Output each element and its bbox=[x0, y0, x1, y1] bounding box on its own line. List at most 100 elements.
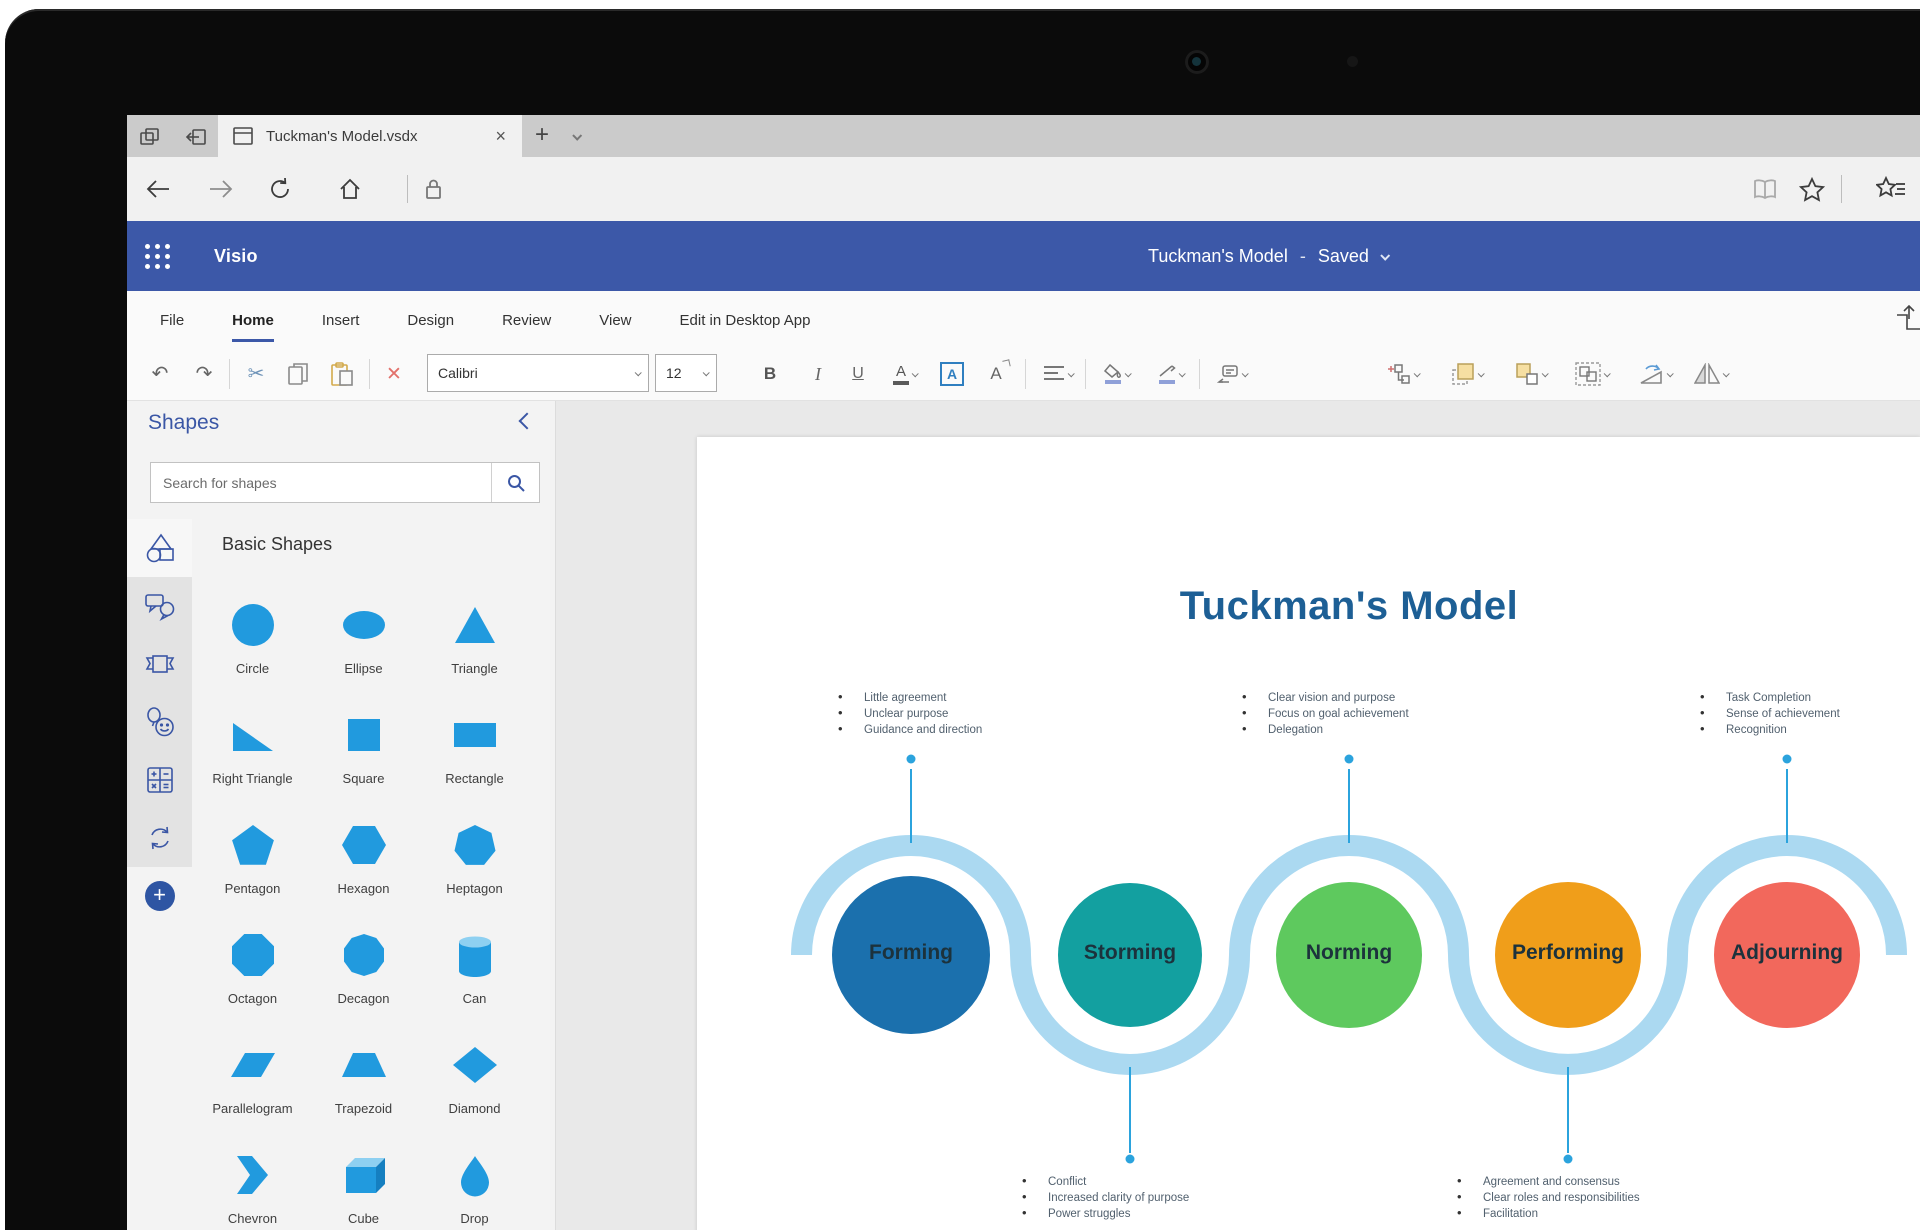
shape-item-rectangle[interactable]: Rectangle bbox=[419, 706, 530, 816]
document-title: Tuckman's Model bbox=[1148, 246, 1288, 267]
favorite-star-icon[interactable] bbox=[1796, 173, 1828, 205]
undo-icon[interactable]: ↶ bbox=[143, 357, 177, 391]
drawing-canvas[interactable]: Tuckman's Model Forming Storming Norming… bbox=[556, 401, 1920, 1230]
shape-item-square[interactable]: Square bbox=[308, 706, 419, 816]
text-block-icon[interactable]: A bbox=[935, 357, 969, 391]
fill-color-icon[interactable] bbox=[1093, 357, 1141, 391]
font-size-select[interactable]: 12 bbox=[655, 354, 717, 392]
shape-search bbox=[150, 462, 540, 503]
font-color-icon[interactable]: A bbox=[883, 357, 927, 391]
stencil-fun-shapes-icon[interactable] bbox=[127, 693, 192, 751]
save-status-chevron-icon[interactable] bbox=[1380, 250, 1390, 260]
menu-insert[interactable]: Insert bbox=[322, 296, 360, 342]
notes-adjourning[interactable]: Task Completion Sense of achievement Rec… bbox=[1700, 690, 1840, 738]
connector-dot bbox=[1783, 755, 1792, 764]
copy-icon[interactable] bbox=[281, 357, 315, 391]
menu-view[interactable]: View bbox=[599, 296, 631, 342]
shape-item-right-triangle[interactable]: Right Triangle bbox=[197, 706, 308, 816]
nav-separator bbox=[407, 175, 408, 203]
menu-design[interactable]: Design bbox=[407, 296, 454, 342]
menu-review[interactable]: Review bbox=[502, 296, 551, 342]
reading-view-icon[interactable] bbox=[1749, 173, 1781, 205]
shape-item-parallelogram[interactable]: Parallelogram bbox=[197, 1036, 308, 1146]
app-launcher-waffle-icon[interactable] bbox=[140, 239, 174, 273]
parallelogram-shape-icon bbox=[229, 1041, 277, 1089]
refresh-icon[interactable] bbox=[264, 173, 296, 205]
shape-item-ellipse[interactable]: Ellipse bbox=[308, 596, 419, 706]
notes-performing[interactable]: Agreement and consensus Clear roles and … bbox=[1457, 1174, 1640, 1222]
connector-dot bbox=[1345, 755, 1354, 764]
shape-search-input[interactable] bbox=[151, 475, 491, 491]
position-icon[interactable] bbox=[1207, 357, 1257, 391]
group-icon[interactable] bbox=[1565, 357, 1619, 391]
app-header: Visio Tuckman's Model - Saved bbox=[127, 221, 1920, 291]
square-shape-icon bbox=[340, 711, 388, 759]
menu-edit-in-desktop-app[interactable]: Edit in Desktop App bbox=[680, 296, 811, 342]
line-color-icon[interactable] bbox=[1147, 357, 1195, 391]
shape-item-trapezoid[interactable]: Trapezoid bbox=[308, 1036, 419, 1146]
text-direction-icon[interactable]: A bbox=[979, 357, 1013, 391]
tab-list-chevron-icon[interactable] bbox=[573, 127, 580, 145]
browser-tab[interactable]: Tuckman's Model.vsdx × bbox=[218, 115, 522, 157]
stencil-callouts-icon[interactable] bbox=[127, 577, 192, 635]
notes-storming[interactable]: Conflict Increased clarity of purpose Po… bbox=[1022, 1174, 1189, 1222]
diagram-title[interactable]: Tuckman's Model bbox=[1149, 584, 1549, 629]
italic-icon[interactable]: I bbox=[803, 357, 833, 391]
ribbon-menu: File Home Insert Design Review View Edit… bbox=[127, 291, 1920, 346]
home-icon[interactable] bbox=[334, 173, 366, 205]
stencil-banners-icon[interactable] bbox=[127, 635, 192, 693]
add-stencil-button[interactable]: + bbox=[127, 867, 192, 925]
stencil-basic-shapes-icon[interactable] bbox=[127, 519, 192, 577]
forward-icon[interactable] bbox=[205, 173, 237, 205]
shape-item-cube[interactable]: Cube bbox=[308, 1146, 419, 1230]
redo-icon[interactable]: ↷ bbox=[187, 357, 221, 391]
rotate-icon[interactable] bbox=[1629, 357, 1681, 391]
tab-preview-icon[interactable] bbox=[133, 121, 167, 153]
notes-norming[interactable]: Clear vision and purpose Focus on goal a… bbox=[1242, 690, 1409, 738]
flip-icon[interactable] bbox=[1685, 357, 1737, 391]
paste-icon[interactable] bbox=[325, 357, 359, 391]
shape-item-decagon[interactable]: Decagon bbox=[308, 926, 419, 1036]
menu-home[interactable]: Home bbox=[232, 296, 274, 342]
hub-favorites-list-icon[interactable] bbox=[1875, 173, 1907, 205]
document-title-group[interactable]: Tuckman's Model - Saved bbox=[1148, 221, 1388, 291]
drawing-page[interactable]: Tuckman's Model Forming Storming Norming… bbox=[697, 437, 1920, 1230]
browser-window: Tuckman's Model.vsdx × + bbox=[127, 115, 1920, 1230]
send-backward-icon[interactable] bbox=[1505, 357, 1557, 391]
notes-forming[interactable]: Little agreement Unclear purpose Guidanc… bbox=[838, 690, 982, 738]
menu-file[interactable]: File bbox=[160, 296, 184, 342]
share-icon[interactable] bbox=[1893, 305, 1920, 333]
shape-item-pentagon[interactable]: Pentagon bbox=[197, 816, 308, 926]
cut-icon[interactable]: ✂ bbox=[239, 357, 273, 391]
can-shape-icon bbox=[451, 931, 499, 979]
shape-item-circle[interactable]: Circle bbox=[197, 596, 308, 706]
shape-item-heptagon[interactable]: Heptagon bbox=[419, 816, 530, 926]
shapes-panel: Shapes bbox=[127, 401, 556, 1230]
shape-item-hexagon[interactable]: Hexagon bbox=[308, 816, 419, 926]
underline-icon[interactable]: U bbox=[843, 357, 873, 391]
collapse-panel-icon[interactable] bbox=[519, 413, 536, 430]
font-name-select[interactable]: Calibri bbox=[427, 354, 649, 392]
drop-shape-icon bbox=[451, 1151, 499, 1199]
shape-item-chevron[interactable]: Chevron bbox=[197, 1146, 308, 1230]
close-tab-icon[interactable]: × bbox=[491, 127, 510, 145]
stencil-math-shapes-icon[interactable] bbox=[127, 751, 192, 809]
search-icon[interactable] bbox=[491, 463, 539, 502]
shape-item-can[interactable]: Can bbox=[419, 926, 530, 1036]
delete-icon[interactable]: ✕ bbox=[377, 357, 411, 391]
new-tab-button[interactable]: + bbox=[526, 119, 558, 153]
pentagon-shape-icon bbox=[229, 821, 277, 869]
stencil-cycle-arrows-icon[interactable] bbox=[127, 809, 192, 867]
bring-forward-icon[interactable] bbox=[1441, 357, 1493, 391]
connector-icon[interactable] bbox=[1377, 357, 1429, 391]
lock-icon[interactable] bbox=[417, 173, 449, 205]
align-text-icon[interactable] bbox=[1035, 357, 1081, 391]
set-tabs-aside-icon[interactable] bbox=[179, 121, 213, 153]
tuckman-diagram bbox=[697, 437, 1920, 1230]
shape-item-drop[interactable]: Drop bbox=[419, 1146, 530, 1230]
shape-item-octagon[interactable]: Octagon bbox=[197, 926, 308, 1036]
back-icon[interactable] bbox=[142, 173, 174, 205]
bold-icon[interactable]: B bbox=[755, 357, 785, 391]
shape-item-triangle[interactable]: Triangle bbox=[419, 596, 530, 706]
shape-item-diamond[interactable]: Diamond bbox=[419, 1036, 530, 1146]
